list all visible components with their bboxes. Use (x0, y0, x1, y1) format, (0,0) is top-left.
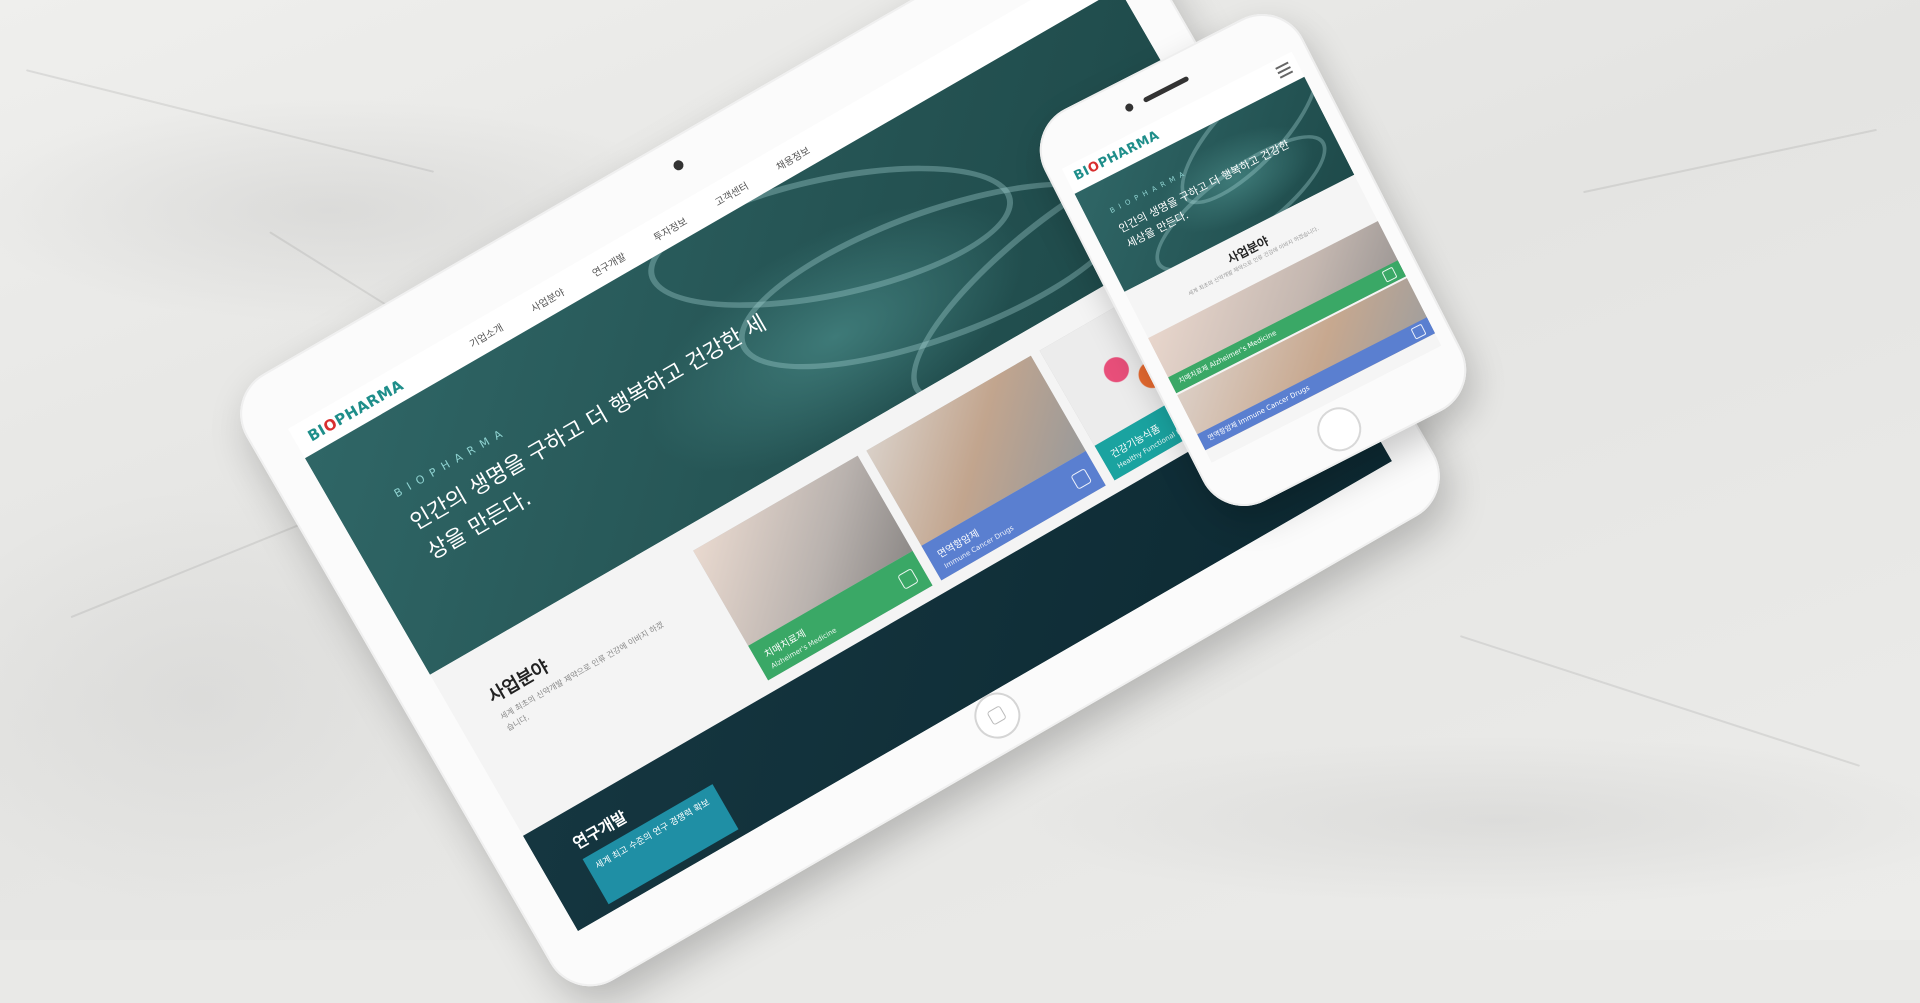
marble-vein (1459, 635, 1861, 767)
phone-camera (1123, 102, 1135, 113)
phone-home-button[interactable] (1309, 399, 1369, 459)
research-callout[interactable]: 세계 최고 수준의 연구 경쟁력 확보 (582, 784, 739, 905)
marble-background: BIOPHARMA 기업소개 사업분야 연구개발 투자정보 고객센터 채용정보 … (0, 0, 1920, 1003)
marble-vein (25, 69, 435, 173)
tablet-camera (671, 158, 686, 173)
card-subtitle: Immune Cancer Drugs (1237, 383, 1311, 427)
phone-speaker (1142, 75, 1190, 103)
card-title: 면역항암제 (1206, 420, 1239, 443)
marble-vein (1583, 128, 1877, 194)
hamburger-menu-icon[interactable] (1275, 61, 1294, 79)
